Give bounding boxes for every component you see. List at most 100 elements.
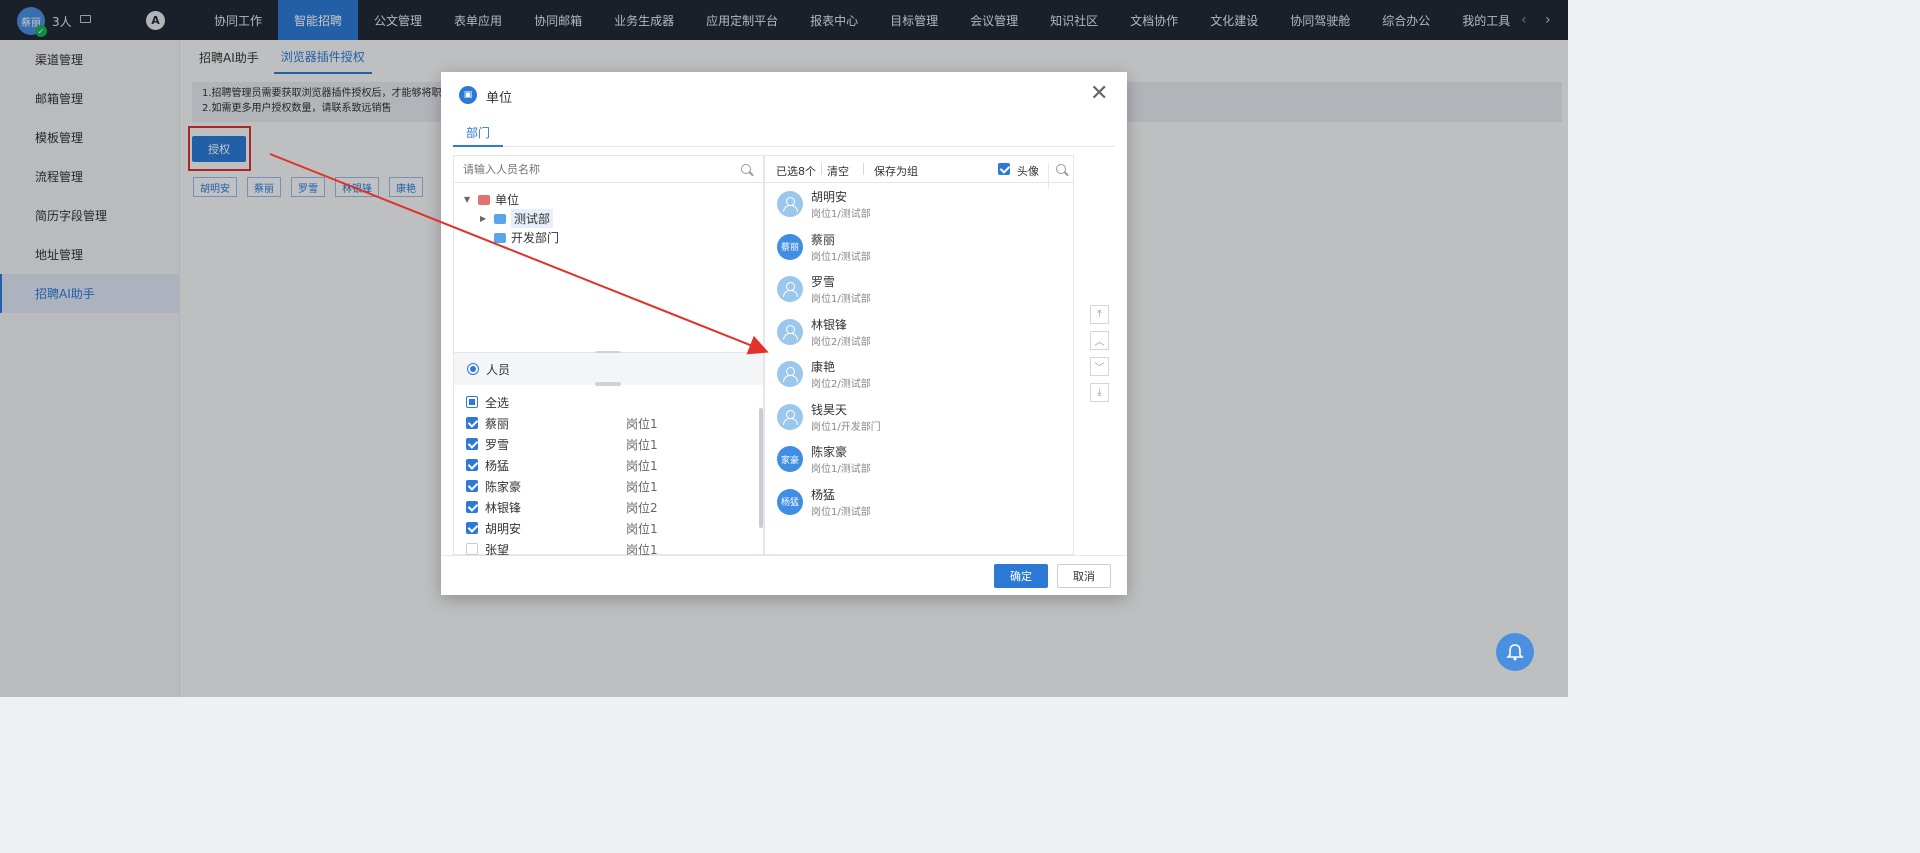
person-name: 张望	[485, 542, 510, 556]
tree-node[interactable]: ▶ 测试部	[480, 209, 554, 228]
move-top-icon[interactable]: ⤒	[1090, 305, 1109, 324]
person-avatar	[777, 276, 803, 302]
dialog-title: 单位	[486, 91, 513, 106]
person-list-scrollbar[interactable]	[759, 408, 763, 528]
search-bar	[454, 156, 763, 183]
selected-name: 杨猛	[811, 487, 836, 502]
person-avatar: 蔡丽	[777, 233, 803, 260]
person-checkbox[interactable]	[466, 438, 478, 450]
confirm-button[interactable]: 确定	[994, 564, 1048, 588]
selected-item[interactable]: 钱昊天岗位1/开发部门	[777, 400, 1067, 442]
person-row[interactable]: 陈家豪 岗位1	[466, 476, 756, 496]
select-all-checkbox[interactable]	[466, 396, 478, 408]
person-role: 岗位1	[626, 437, 658, 452]
persons-radio[interactable]	[467, 363, 479, 375]
org-selector-dialog: ▣ 单位 ✕ 部门 ▼单位▶测试部开发部门 人员 全选蔡丽岗位1罗雪岗位1杨猛岗…	[441, 72, 1127, 595]
selected-search-icon[interactable]	[1056, 164, 1066, 174]
person-avatar: 杨猛	[777, 488, 803, 515]
person-role: 岗位2	[626, 500, 658, 515]
expand-toggle-icon[interactable]: ▼	[464, 195, 478, 204]
selected-panel: 已选8个 清空 保存为组 头像 胡明安 岗位1/测试部 蔡丽 蔡丽 岗位1/测试部 罗雪岗…	[764, 155, 1074, 555]
selected-item[interactable]: 杨猛 杨猛 岗位1/测试部	[777, 485, 1067, 527]
tree-node[interactable]: ▼ 单位	[464, 190, 519, 209]
org-tree-panel: ▼单位▶测试部开发部门 人员 全选蔡丽岗位1罗雪岗位1杨猛岗位1陈家豪岗位1林银…	[453, 155, 764, 555]
divider	[863, 163, 864, 175]
clear-button[interactable]: 清空	[827, 163, 849, 179]
selected-count: 已选8个	[776, 165, 816, 178]
person-name: 蔡丽	[485, 416, 510, 431]
divider	[1048, 163, 1049, 189]
selected-item[interactable]: 康艳 岗位2/测试部	[777, 357, 1067, 399]
person-row[interactable]: 蔡丽 岗位1	[466, 413, 756, 433]
person-avatar: 家豪	[777, 446, 803, 472]
selected-name: 钱昊天	[811, 402, 848, 417]
persons-header: 人员	[454, 353, 763, 385]
search-input[interactable]	[463, 161, 733, 178]
selected-item[interactable]: 林银锋岗位2/测试部	[777, 315, 1067, 357]
avatar-toggle-checkbox[interactable]	[998, 163, 1010, 175]
dialog-tabbar: 部门	[453, 120, 1115, 147]
selected-position: 岗位1/测试部	[811, 294, 871, 305]
person-role: 岗位1	[626, 458, 658, 473]
person-checkbox[interactable]	[466, 501, 478, 513]
selected-name: 陈家豪	[811, 445, 848, 459]
selected-name: 康艳	[811, 360, 836, 374]
selected-position: 岗位1/开发部门	[811, 421, 881, 433]
save-group-button[interactable]: 保存为组	[874, 163, 918, 179]
folder-icon	[478, 194, 490, 205]
selected-name: 罗雪	[811, 275, 836, 289]
select-all-row[interactable]: 全选	[466, 392, 756, 412]
person-checkbox[interactable]	[466, 459, 478, 471]
search-icon[interactable]	[741, 164, 751, 174]
selected-position: 岗位1/测试部	[811, 251, 871, 263]
person-row[interactable]: 林银锋 岗位2	[466, 497, 756, 517]
person-avatar	[777, 403, 803, 430]
person-row[interactable]: 胡明安 岗位1	[466, 518, 756, 538]
selected-position: 岗位1/测试部	[811, 464, 871, 475]
selected-position: 岗位1/测试部	[811, 209, 871, 220]
person-row[interactable]: 张望 岗位1	[466, 539, 756, 555]
selected-position: 岗位1/测试部	[811, 506, 871, 518]
avatar-toggle-label: 头像	[1017, 165, 1039, 178]
person-row[interactable]: 罗雪 岗位1	[466, 434, 756, 454]
folder-icon	[494, 232, 506, 243]
person-role: 岗位1	[626, 521, 658, 536]
divider	[821, 163, 822, 175]
move-up-icon[interactable]: ︿	[1090, 331, 1109, 350]
selected-item[interactable]: 胡明安岗位1/测试部	[777, 187, 1067, 229]
expand-toggle-icon[interactable]: ▶	[480, 214, 494, 223]
selected-item[interactable]: 蔡丽 蔡丽 岗位1/测试部	[777, 230, 1067, 272]
notification-bell-icon[interactable]	[1496, 633, 1534, 671]
move-bottom-icon[interactable]: ⤓	[1090, 383, 1109, 402]
person-checkbox[interactable]	[466, 480, 478, 492]
selected-name: 胡明安	[811, 190, 848, 204]
person-checkbox[interactable]	[466, 417, 478, 429]
person-list: 全选 蔡丽 岗位1 罗雪 岗位1 杨猛 岗位1 陈家豪 岗位1 林银锋 岗位2 胡明安 岗位1 张望 岗位1	[454, 392, 763, 555]
person-avatar	[777, 361, 803, 387]
tree-node-label: 单位	[495, 193, 520, 207]
tab-department[interactable]: 部门	[453, 120, 504, 147]
selected-name: 蔡丽	[811, 232, 836, 247]
person-avatar	[777, 318, 803, 345]
selected-item[interactable]: 家豪 陈家豪岗位1/测试部	[777, 442, 1067, 484]
selected-header: 已选8个 清空 保存为组 头像	[765, 156, 1073, 189]
person-name: 罗雪	[485, 437, 510, 452]
splitter-handle-2[interactable]	[595, 382, 621, 386]
person-name: 林银锋	[485, 500, 522, 515]
selected-position: 岗位2/测试部	[811, 336, 871, 348]
selected-item[interactable]: 罗雪岗位1/测试部	[777, 272, 1067, 314]
person-checkbox[interactable]	[466, 543, 478, 555]
person-name: 杨猛	[485, 458, 510, 473]
folder-icon: ▣	[459, 86, 477, 104]
person-role: 岗位1	[626, 542, 658, 556]
person-checkbox[interactable]	[466, 522, 478, 534]
tree-node-label: 开发部门	[511, 231, 560, 245]
selected-name: 林银锋	[811, 317, 848, 332]
dialog-footer: 确定 取消	[441, 555, 1127, 595]
move-down-icon[interactable]: ﹀	[1090, 357, 1109, 376]
cancel-button[interactable]: 取消	[1057, 564, 1111, 588]
close-icon[interactable]: ✕	[1090, 83, 1108, 105]
person-row[interactable]: 杨猛 岗位1	[466, 455, 756, 475]
persons-label: 人员	[486, 362, 511, 377]
tree-node[interactable]: 开发部门	[480, 228, 559, 247]
